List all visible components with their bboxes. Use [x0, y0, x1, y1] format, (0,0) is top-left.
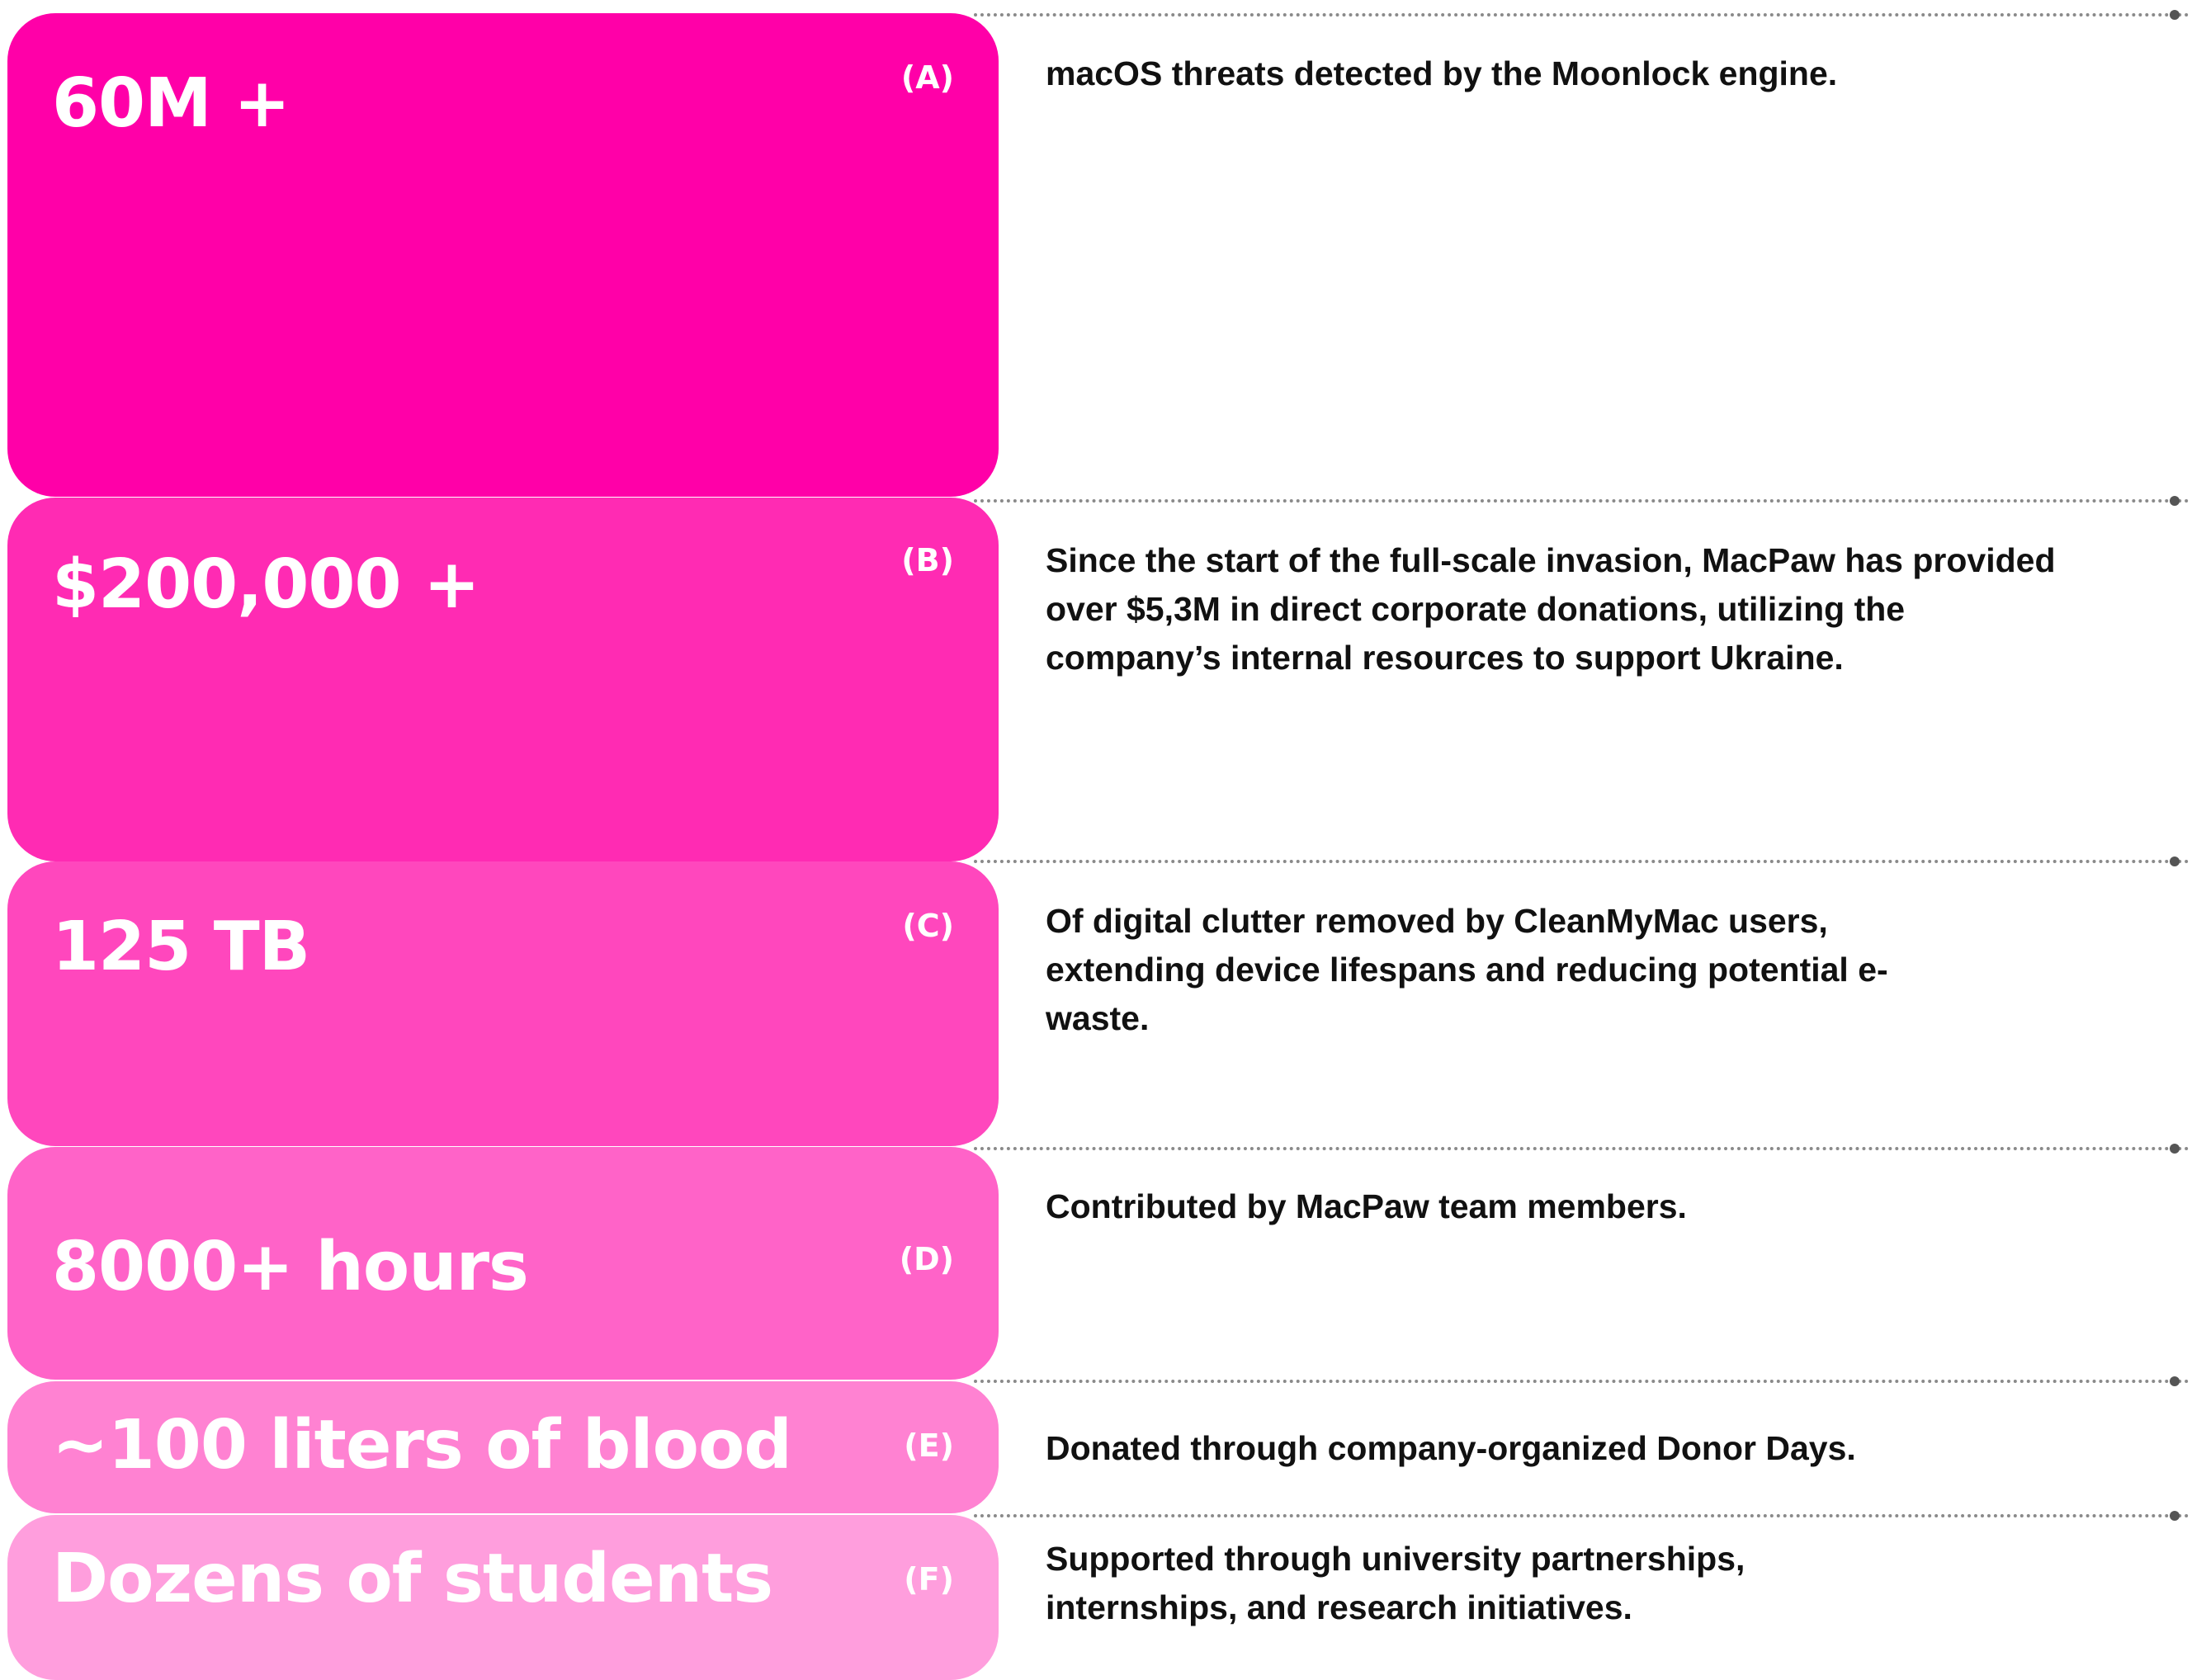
- stat-card-b: $200,000 + (B): [7, 498, 999, 861]
- stat-value: 125 TB: [52, 908, 310, 986]
- divider-line-c: [974, 857, 2189, 866]
- divider-line-e: [974, 1376, 2189, 1386]
- stat-letter: (D): [899, 1241, 954, 1277]
- divider-dot: [2170, 1144, 2180, 1154]
- stat-letter: (A): [900, 59, 954, 96]
- stat-description: Since the start of the full-scale invasi…: [1046, 541, 2056, 677]
- stat-description: Contributed by MacPaw team members.: [1046, 1187, 1687, 1225]
- stat-value: 60M +: [52, 64, 291, 143]
- stat-letter: (F): [904, 1561, 954, 1597]
- stat-description: Donated through company-organized Donor …: [1046, 1429, 1856, 1467]
- stat-card-d: 8000+ hours (D): [7, 1147, 999, 1380]
- divider-dot: [2170, 857, 2180, 866]
- stat-description: Supported through university partnership…: [1046, 1540, 1745, 1626]
- stat-card-f: Dozens of students (F): [7, 1515, 999, 1680]
- stat-card-e: ~100 liters of blood (E): [7, 1381, 999, 1513]
- divider-line-f: [974, 1511, 2189, 1521]
- stat-letter: (B): [901, 542, 954, 578]
- divider-line-b: [974, 496, 2189, 506]
- divider-dot: [2170, 1511, 2180, 1521]
- stat-letter: (E): [904, 1428, 954, 1464]
- stat-description: macOS threats detected by the Moonlock e…: [1046, 54, 1838, 92]
- divider-dot: [2170, 496, 2180, 506]
- stat-value: ~100 liters of blood: [52, 1406, 792, 1484]
- stat-value: 8000+ hours: [52, 1228, 529, 1306]
- stat-card-a: 60M + (A): [7, 13, 999, 497]
- stat-value: Dozens of students: [52, 1540, 773, 1618]
- stat-card-c: 125 TB (C): [7, 861, 999, 1146]
- divider-line-d: [974, 1144, 2189, 1154]
- stat-value: $200,000 +: [52, 545, 480, 624]
- stat-letter: (C): [902, 908, 954, 944]
- divider-line-a: [974, 10, 2189, 20]
- divider-dot: [2170, 1376, 2180, 1386]
- divider-dot: [2170, 10, 2180, 20]
- stat-description: Of digital clutter removed by CleanMyMac…: [1046, 902, 1888, 1037]
